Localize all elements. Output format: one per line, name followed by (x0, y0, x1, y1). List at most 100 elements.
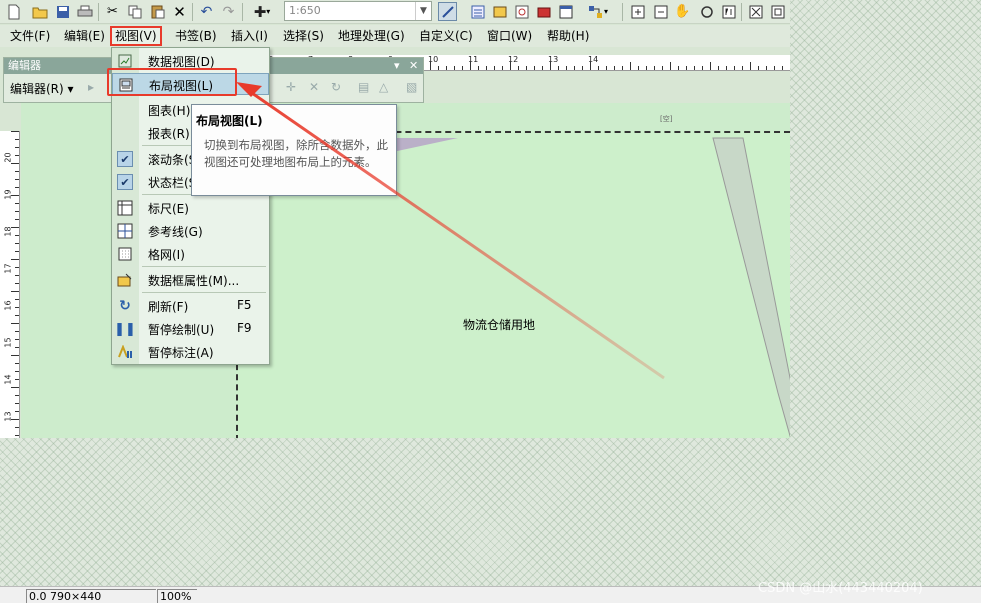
ruler-tick (15, 339, 19, 340)
menu-item-rulers[interactable]: 标尺(E) (112, 197, 269, 219)
application-window: ✂ ✕ ↶ ↷ ✚ ▾ 1:650 ▼ ▾ ✋ 文件(F) 编辑(E) 视图(V) … (0, 0, 790, 438)
ruler-tick (598, 66, 599, 70)
ruler-tick (15, 139, 19, 140)
ruler-tick (478, 66, 479, 70)
straight-segment-icon[interactable]: ✕ (309, 80, 319, 94)
ruler-tick (494, 66, 495, 70)
zoom-in-icon[interactable] (628, 2, 647, 21)
delete-icon[interactable]: ✕ (170, 2, 189, 21)
ruler-number: 14 (3, 374, 13, 385)
data-view-icon (117, 53, 133, 69)
copy-icon[interactable] (125, 2, 144, 21)
scale-combo[interactable]: 1:650 ▼ (284, 1, 432, 21)
ruler-tick (15, 411, 19, 412)
open-icon[interactable] (30, 2, 49, 21)
attributes-icon[interactable]: ▤ (358, 80, 369, 94)
print-icon[interactable] (75, 2, 94, 21)
rotate-icon[interactable]: ↻ (331, 80, 341, 94)
annotation-highlight-box (107, 68, 237, 96)
menu-view[interactable]: 视图(V) (110, 26, 162, 46)
fixed-zoom-icon[interactable] (719, 2, 738, 21)
ruler-tick (11, 131, 19, 132)
zoom-out-icon[interactable] (651, 2, 670, 21)
menu-customize[interactable]: 自定义(C) (419, 28, 473, 45)
undo-icon[interactable]: ↶ (197, 2, 216, 21)
menu-bar: 文件(F) 编辑(E) 视图(V) 书签(B) 插入(I) 选择(S) 地理处理… (0, 25, 790, 47)
select-elements-icon[interactable] (746, 2, 765, 21)
menu-edit[interactable]: 编辑(E) (64, 28, 105, 45)
model-builder-icon[interactable]: ▾ (583, 2, 613, 21)
ruler-tick (15, 299, 19, 300)
add-data-icon[interactable]: ✚ ▾ (247, 2, 277, 21)
menu-item-data-frame-properties[interactable]: 数据框属性(M)... (112, 269, 269, 291)
cut-icon[interactable]: ✂ (103, 2, 122, 21)
close-icon[interactable]: ✕ (409, 58, 418, 74)
ruler-tick (638, 66, 639, 70)
ruler-tick (11, 163, 19, 164)
chevron-down-icon[interactable]: ▾ (394, 58, 400, 74)
menu-item-label: 数据框属性(M)... (148, 274, 240, 288)
ruler-number: 14 (588, 55, 599, 64)
sketch-tool-icon[interactable]: ✛ (286, 80, 296, 94)
menu-item-grid[interactable]: 格网(I) (112, 243, 269, 265)
ruler-tick (670, 62, 671, 70)
ruler-number: 19 (3, 189, 13, 200)
ruler-tick (766, 66, 767, 70)
menu-geoprocessing[interactable]: 地理处理(G) (338, 28, 405, 45)
ruler-tick (11, 323, 19, 324)
ruler-tick (15, 435, 19, 436)
ruler-tick (15, 275, 19, 276)
sketch-properties-icon[interactable]: △ (379, 80, 388, 94)
ruler-number: 17 (3, 263, 13, 274)
new-icon[interactable] (4, 2, 23, 21)
menu-insert[interactable]: 插入(I) (231, 28, 268, 45)
ruler-tick (15, 243, 19, 244)
ruler-tick (606, 66, 607, 70)
page-extent-icon[interactable] (768, 2, 787, 21)
editor-toolbar-icon[interactable] (438, 2, 457, 21)
menu-item-shortcut: F5 (237, 298, 252, 312)
search-window-icon[interactable] (512, 2, 531, 21)
ruler-tick (518, 66, 519, 70)
menu-item-pause-drawing[interactable]: ❚❚ 暂停绘制(U) F9 (112, 318, 269, 340)
menu-item-refresh[interactable]: ↻ 刷新(F) F5 (112, 295, 269, 317)
catalog-icon[interactable] (490, 2, 509, 21)
editor-menu-label: 编辑器(R) (10, 82, 64, 96)
vertical-ruler: 20 19 18 17 16 15 14 13 (0, 131, 20, 438)
full-extent-icon[interactable] (697, 2, 716, 21)
save-icon[interactable] (53, 2, 72, 21)
pause-drawing-icon: ❚❚ (114, 321, 136, 337)
data-frame-properties-icon (117, 272, 133, 288)
menu-help[interactable]: 帮助(H) (547, 28, 589, 45)
ruler-tick (758, 66, 759, 70)
arctoolbox-icon[interactable] (534, 2, 553, 21)
menu-windows[interactable]: 窗口(W) (487, 28, 532, 45)
ruler-tick (15, 427, 19, 428)
ruler-tick (462, 66, 463, 70)
menu-item-pause-labeling[interactable]: 暂停标注(A) (112, 341, 269, 363)
python-icon[interactable] (556, 2, 575, 21)
editor-toolbar-title: 编辑器 (8, 59, 41, 72)
menu-item-label: 刷新(F) (148, 300, 189, 314)
check-icon: ✔ (117, 174, 133, 190)
scale-value: 1:650 (289, 4, 321, 17)
ruler-tick (694, 66, 695, 70)
ruler-number: 13 (548, 55, 559, 64)
ruler-number: 18 (3, 226, 13, 237)
menu-item-guides[interactable]: 参考线(G) (112, 220, 269, 242)
menu-bookmarks[interactable]: 书签(B) (175, 28, 217, 45)
pan-icon[interactable]: ✋ (673, 2, 692, 21)
ruler-tick (622, 66, 623, 70)
edit-tool-icon[interactable]: ▸ (88, 80, 94, 94)
paste-icon[interactable] (148, 2, 167, 21)
standard-toolbar: ✂ ✕ ↶ ↷ ✚ ▾ 1:650 ▼ ▾ ✋ (0, 0, 790, 24)
menu-file[interactable]: 文件(F) (10, 28, 50, 45)
ruler-tick (614, 66, 615, 70)
chevron-down-icon[interactable]: ▼ (415, 2, 431, 20)
create-features-icon[interactable]: ▧ (406, 80, 417, 94)
redo-icon[interactable]: ↷ (219, 2, 238, 21)
table-of-contents-icon[interactable] (468, 2, 487, 21)
ruler-tick (15, 331, 19, 332)
menu-selection[interactable]: 选择(S) (283, 28, 324, 45)
editor-menu-button[interactable]: 编辑器(R) ▾ (10, 80, 74, 97)
